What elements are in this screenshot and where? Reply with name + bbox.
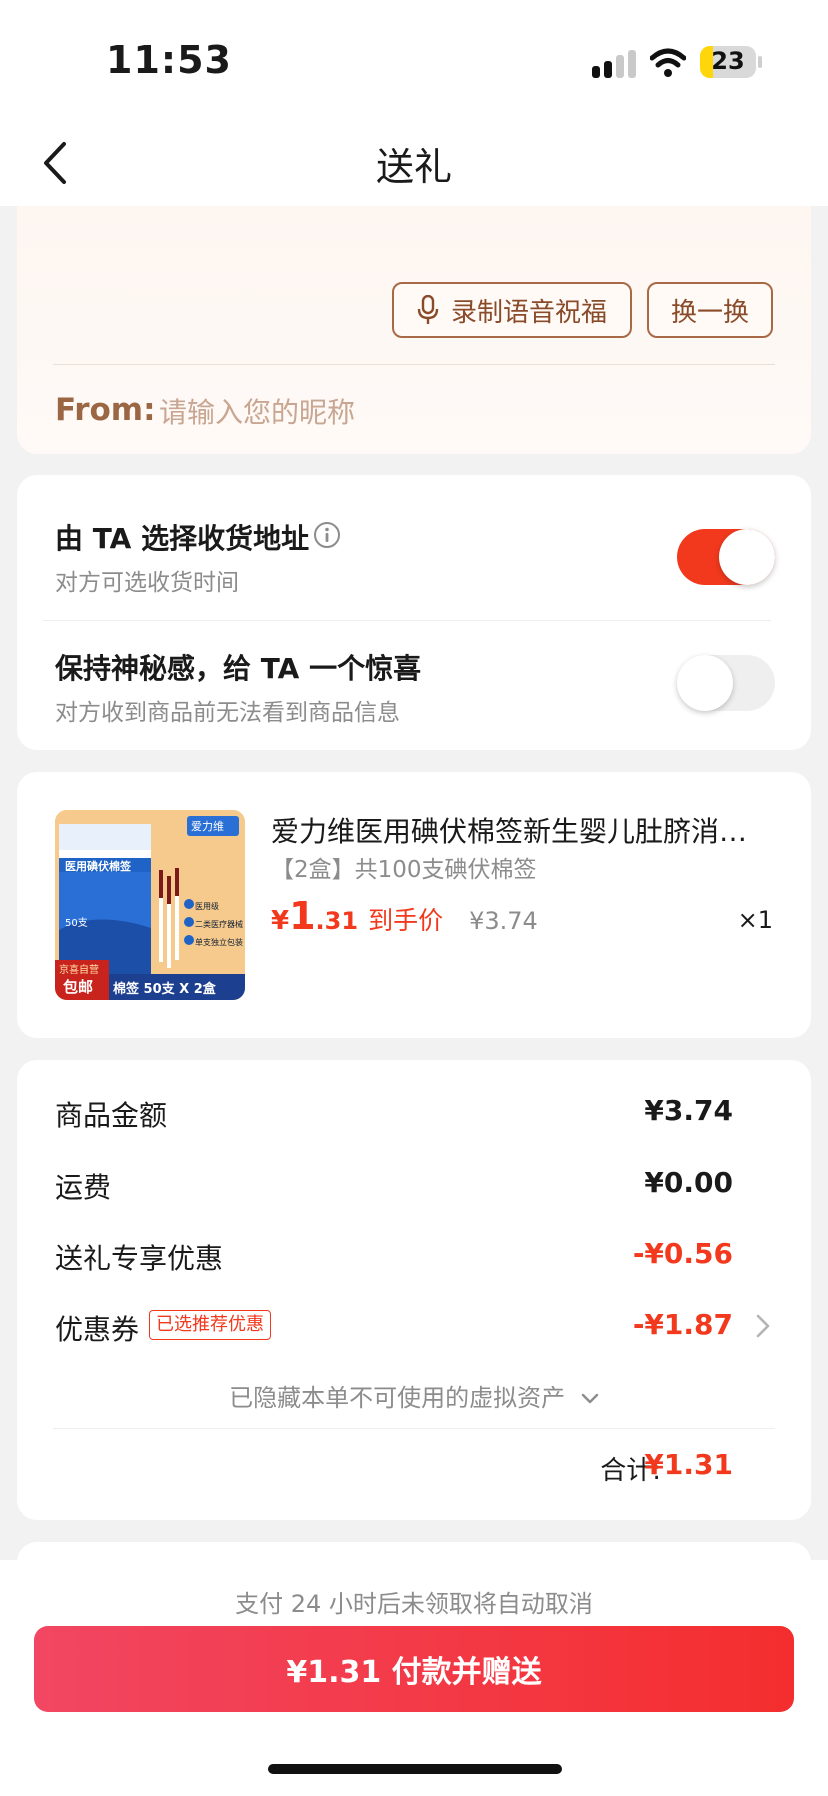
status-bar: 11:53 23 [0, 0, 828, 120]
product-count: 50支 [65, 918, 88, 929]
product-brand: 爱力维 [191, 820, 224, 833]
record-voice-label: 录制语音祝福 [450, 297, 607, 328]
product-feature: 二类医疗器械 [195, 920, 243, 929]
nav-bar: 送礼 [0, 120, 828, 206]
divider [43, 620, 771, 621]
hidden-assets-text: 已隐藏本单不可使用的虚拟资产 [229, 1384, 566, 1412]
toggle-knob [719, 529, 775, 585]
product-name[interactable]: 爱力维医用碘伏棉签新生婴儿肚脐消毒… [271, 810, 771, 850]
status-time: 11:53 [106, 38, 232, 82]
auto-cancel-note: 支付 24 小时后未领取将自动取消 [235, 1590, 593, 1618]
hidden-assets-toggle[interactable]: 已隐藏本单不可使用的虚拟资产 [17, 1378, 811, 1413]
gift-discount-value: -¥0.56 [632, 1237, 733, 1270]
self-operated-badge: 京喜自营 [59, 965, 99, 976]
free-shipping-badge: 包邮 [63, 978, 94, 996]
keep-secret-title: 保持神秘感，给 TA 一个惊喜 [55, 652, 422, 685]
product-card[interactable]: 爱力维 医用碘伏棉签 医用级 二类医疗器械 单支独立包装 50支 京喜自营 包邮… [17, 772, 811, 1038]
final-price: ¥1.31 [271, 894, 358, 938]
product-quantity: ×1 [737, 906, 773, 934]
divider [53, 364, 775, 365]
swap-label: 换一换 [670, 297, 749, 328]
total-value: ¥1.31 [644, 1448, 733, 1481]
product-feature: 医用级 [195, 902, 219, 911]
microphone-icon [417, 295, 439, 324]
goods-amount-value: ¥3.74 [644, 1094, 733, 1127]
price-row: ¥1.31 到手价 ¥3.74 [271, 894, 538, 940]
product-features: 医用级 二类医疗器械 单支独立包装 [195, 898, 245, 952]
home-indicator [268, 1764, 562, 1774]
choose-address-toggle[interactable] [677, 529, 775, 585]
coupon-value[interactable]: -¥1.87 [633, 1308, 733, 1341]
keep-secret-toggle[interactable] [677, 655, 775, 711]
product-image[interactable]: 爱力维 医用碘伏棉签 医用级 二类医疗器械 单支独立包装 50支 京喜自营 包邮… [55, 810, 245, 1000]
pay-and-gift-button[interactable]: ¥1.31 付款并赠送 [34, 1626, 794, 1712]
info-icon[interactable] [313, 521, 341, 549]
cellular-signal-icon [592, 50, 636, 78]
chevron-right-icon[interactable] [755, 1312, 771, 1340]
divider [53, 1428, 775, 1429]
product-caption: 棉签 50支 X 2盒 [113, 982, 216, 997]
coupon-label[interactable]: 优惠券 [55, 1308, 139, 1348]
from-label: From: [55, 392, 156, 428]
price-currency: ¥ [271, 906, 290, 936]
wifi-icon [650, 48, 686, 77]
shipping-fee-value: ¥0.00 [644, 1166, 733, 1199]
gift-discount-label: 送礼专享优惠 [55, 1242, 224, 1275]
swap-button[interactable]: 换一换 [647, 282, 773, 338]
nickname-input[interactable] [159, 390, 719, 434]
record-voice-button[interactable]: 录制语音祝福 [392, 282, 632, 338]
choose-address-subtitle: 对方可选收货时间 [55, 570, 239, 596]
battery-percent: 23 [711, 47, 745, 75]
price-integer: 1 [289, 894, 316, 938]
battery-cap [758, 56, 762, 68]
product-box-title: 医用碘伏棉签 [65, 860, 131, 873]
shipping-fee-label: 运费 [55, 1171, 112, 1204]
product-spec: 【2盒】共100支碘伏棉签 [271, 857, 537, 883]
page-title: 送礼 [375, 145, 452, 189]
gift-options-card: 由 TA 选择收货地址 对方可选收货时间 保持神秘感，给 TA 一个惊喜 对方收… [17, 475, 811, 750]
coupon-badge: 已选推荐优惠 [149, 1310, 271, 1340]
toggle-knob [677, 655, 733, 711]
chevron-down-icon [581, 1393, 599, 1404]
goods-amount-label: 商品金额 [55, 1099, 168, 1132]
price-decimal: .31 [315, 907, 359, 935]
original-price: ¥3.74 [469, 907, 538, 935]
product-feature: 单支独立包装 [195, 938, 243, 947]
price-tag: 到手价 [368, 906, 444, 935]
battery-icon: 23 [700, 46, 756, 78]
keep-secret-subtitle: 对方收到商品前无法看到商品信息 [55, 700, 400, 726]
choose-address-title: 由 TA 选择收货地址 [55, 522, 310, 555]
bottom-action-bar: 支付 24 小时后未领取将自动取消 ¥1.31 付款并赠送 [0, 1560, 828, 1796]
order-summary-card: 商品金额 ¥3.74 运费 ¥0.00 送礼专享优惠 -¥0.56 优惠券 已选… [17, 1060, 811, 1520]
greeting-card: 录制语音祝福 换一换 From: [17, 206, 811, 454]
